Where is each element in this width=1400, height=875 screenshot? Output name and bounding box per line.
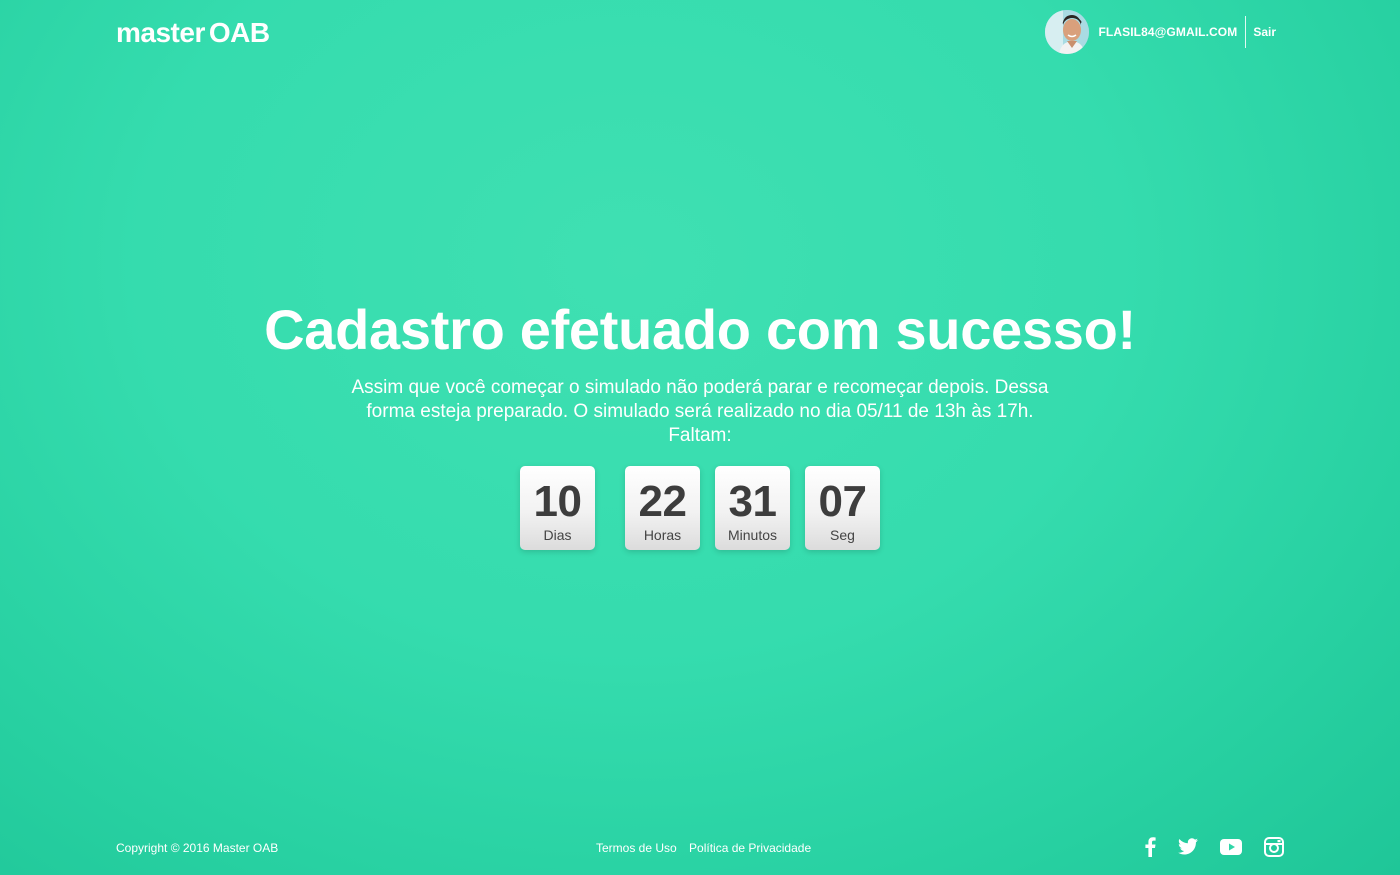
terms-link[interactable]: Termos de Uso — [596, 841, 677, 855]
footer: Copyright © 2016 Master OAB Termos de Us… — [0, 836, 1400, 862]
remaining-label: Faltam: — [668, 425, 732, 446]
page-title: Cadastro efetuado com sucesso! — [264, 298, 1136, 361]
countdown-unit: Minutos — [727, 527, 778, 543]
avatar-photo — [1045, 10, 1090, 54]
countdown-value: 07 — [818, 477, 867, 526]
countdown-hours: 22 Horas — [625, 466, 700, 550]
info-message: Assim que você começar o simulado não po… — [351, 377, 1049, 422]
countdown-days: 10 Dias — [520, 466, 595, 550]
top-bar: master OAB FLASIL84@GMAIL.COM Sair — [0, 0, 1400, 70]
logo-text-master: master — [116, 17, 205, 48]
social-links — [1123, 836, 1284, 860]
facebook-icon[interactable] — [1145, 836, 1156, 860]
user-email: FLASIL84@GMAIL.COM — [1098, 25, 1238, 39]
footer-links: Termos de Uso Política de Privacidade — [596, 841, 820, 855]
countdown-seconds: 07 Seg — [805, 466, 880, 550]
avatar[interactable] — [1045, 10, 1090, 54]
countdown-unit: Dias — [543, 527, 572, 543]
logo[interactable]: master OAB — [116, 16, 270, 50]
logout-link[interactable]: Sair — [1253, 25, 1276, 39]
user-menu: FLASIL84@GMAIL.COM Sair — [1045, 10, 1276, 54]
copyright-text: Copyright © 2016 Master OAB — [116, 841, 279, 855]
instagram-icon[interactable] — [1264, 836, 1284, 860]
countdown-minutes: 31 Minutos — [715, 466, 790, 550]
countdown-value: 31 — [728, 477, 777, 526]
privacy-link[interactable]: Política de Privacidade — [689, 841, 811, 855]
countdown-unit: Seg — [830, 527, 855, 543]
twitter-icon[interactable] — [1178, 838, 1198, 858]
countdown-value: 10 — [533, 477, 582, 526]
countdown-value: 22 — [638, 477, 687, 526]
countdown-unit: Horas — [643, 527, 682, 543]
youtube-icon[interactable] — [1220, 838, 1242, 858]
logo-text-oab: OAB — [208, 17, 270, 48]
divider — [1245, 16, 1247, 48]
